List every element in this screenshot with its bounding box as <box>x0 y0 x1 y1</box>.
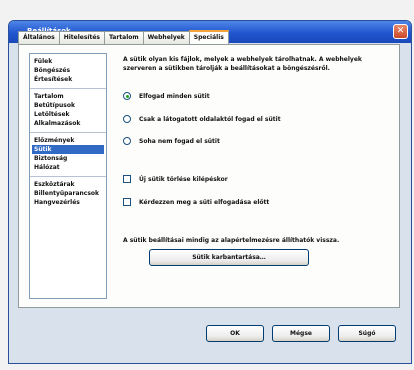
tab-strip: Általános Hitelesítés Tartalom Webhelyek… <box>18 30 229 44</box>
sidebar-item-notifications[interactable]: Értesítések <box>32 75 104 84</box>
sidebar-item-security[interactable]: Biztonság <box>32 154 104 163</box>
tab-content[interactable]: Tartalom <box>103 31 144 44</box>
tab-general[interactable]: Általános <box>18 31 60 44</box>
category-group: Eszköztárak Billentyűparancsok Hangvezér… <box>30 177 106 211</box>
radio-label: Csak a látogatott oldalaktól fogad el sü… <box>139 115 281 123</box>
cookie-description: A sütik olyan kis fájlok, melyek a webhe… <box>123 56 362 72</box>
checkbox[interactable] <box>123 198 131 206</box>
sidebar-item-shortcuts[interactable]: Billentyűparancsok <box>32 189 104 198</box>
sidebar-item-content[interactable]: Tartalom <box>32 92 104 101</box>
checkbox-label: Kérdezzen meg a süti elfogadása előtt <box>139 198 270 206</box>
tab-authentication[interactable]: Hitelesítés <box>58 31 105 44</box>
tab-advanced[interactable]: Speciális <box>188 30 229 44</box>
sidebar-item-tabs[interactable]: Fülek <box>32 57 104 66</box>
sidebar-item-browsing[interactable]: Böngészés <box>32 66 104 75</box>
sidebar-item-voice[interactable]: Hangvezérlés <box>32 198 104 207</box>
advanced-panel: Fülek Böngészés Értesítések Tartalom Bet… <box>18 44 400 308</box>
sidebar-item-cookies[interactable]: Sütik <box>32 145 104 154</box>
radio-never[interactable]: Soha nem fogad el sütit <box>123 137 220 145</box>
radio-label: Soha nem fogad el sütit <box>139 137 220 145</box>
category-list: Fülek Böngészés Értesítések Tartalom Bet… <box>29 53 107 299</box>
radio-button-checked[interactable] <box>123 92 131 100</box>
radio-label: Elfogad minden sütit <box>139 92 210 100</box>
reset-note: A sütik beállításai mindig az alapértelm… <box>123 237 339 244</box>
tab-websites[interactable]: Webhelyek <box>142 31 190 44</box>
category-group: Előzmények Sütik Biztonság Hálózat <box>30 133 106 177</box>
sidebar-item-toolbars[interactable]: Eszköztárak <box>32 180 104 189</box>
cookie-settings: A sütik olyan kis fájlok, melyek a webhe… <box>123 55 393 244</box>
radio-button[interactable] <box>123 115 131 123</box>
category-group: Fülek Böngészés Értesítések <box>30 54 106 89</box>
reset-note-text: A sütik beállításai mindig az alapértelm… <box>123 237 340 244</box>
checkbox-ask-before-accept[interactable]: Kérdezzen meg a süti elfogadása előtt <box>123 198 269 206</box>
sidebar-item-downloads[interactable]: Letöltések <box>32 110 104 119</box>
sidebar-item-programs[interactable]: Alkalmazások <box>32 119 104 128</box>
radio-accept-all[interactable]: Elfogad minden sütit <box>123 92 210 100</box>
sidebar-item-network[interactable]: Hálózat <box>32 163 104 172</box>
close-button[interactable]: ✕ <box>393 24 408 39</box>
ok-button[interactable]: OK <box>206 325 264 342</box>
manage-cookies-button[interactable]: Sütik karbantartása… <box>149 249 309 266</box>
checkbox-delete-on-exit[interactable]: Új sütik törlése kilépéskor <box>123 175 228 183</box>
checkbox-label: Új sütik törlése kilépéskor <box>139 175 228 183</box>
cancel-button[interactable]: Mégse <box>272 325 330 342</box>
radio-button[interactable] <box>123 137 131 145</box>
sidebar-item-fonts[interactable]: Betűtípusok <box>32 101 104 110</box>
checkbox[interactable] <box>123 175 131 183</box>
sidebar-item-history[interactable]: Előzmények <box>32 136 104 145</box>
radio-visited-only[interactable]: Csak a látogatott oldalaktól fogad el sü… <box>123 115 281 123</box>
help-button[interactable]: Súgó <box>338 325 396 342</box>
category-group: Tartalom Betűtípusok Letöltések Alkalmaz… <box>30 89 106 133</box>
